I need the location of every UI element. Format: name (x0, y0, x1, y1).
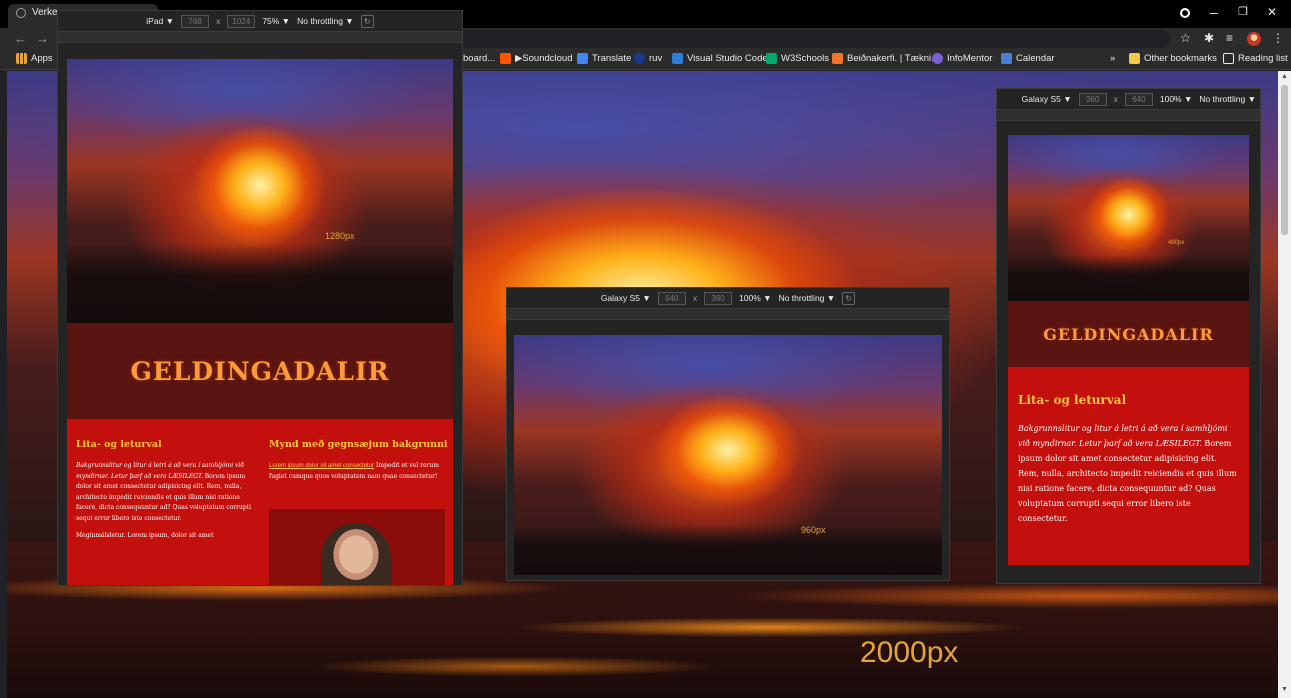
device-toolbar: iPad ▼ 768 x 1024 75% ▼ No throttling ▼ … (58, 11, 462, 31)
apps-grid-icon (16, 53, 27, 64)
reading-list-icon (1223, 53, 1234, 64)
zoom-select[interactable]: 75% ▼ (262, 16, 290, 26)
folder-icon (1129, 53, 1140, 64)
bookmark-vscode[interactable]: Visual Studio Code (672, 53, 768, 64)
w3schools-icon (766, 53, 777, 64)
ipad-emulator: iPad ▼ 768 x 1024 75% ▼ No throttling ▼ … (57, 10, 463, 586)
site-title: GELDINGADALIR (1043, 324, 1214, 344)
page-scrollbar[interactable]: ▲ ▼ (1278, 71, 1291, 698)
globe-icon (16, 8, 26, 18)
media-query-ruler (58, 31, 462, 43)
column-colors: Lita- og leturval Bakgrunnslitur og litu… (76, 439, 256, 541)
dimension-separator: x (216, 16, 221, 26)
other-bookmarks[interactable]: Other bookmarks (1129, 53, 1217, 64)
bookmark-w3schools[interactable]: W3Schools (766, 53, 829, 64)
galaxy-landscape-emulator: Galaxy S5 ▼ 640 x 360 100% ▼ No throttli… (506, 287, 950, 581)
scroll-down-icon[interactable]: ▼ (1281, 686, 1288, 693)
device-select[interactable]: iPad ▼ (146, 16, 174, 26)
device-toolbar: Galaxy S5 ▼ 640 x 360 100% ▼ No throttli… (507, 288, 949, 308)
title-band: GELDINGADALIR (1008, 301, 1249, 367)
extensions-icon[interactable]: ✱ (1204, 31, 1214, 45)
forward-button[interactable]: → (36, 31, 49, 46)
scrollbar-thumb[interactable] (1281, 85, 1288, 235)
italic-paragraph: Bakgrunnslitur og litur á letri á að ver… (1018, 424, 1228, 448)
rotate-icon[interactable]: ↻ (360, 14, 374, 28)
body-link[interactable]: Lorem ipsum dolor sit amet consectetur (269, 463, 374, 469)
record-icon[interactable] (1180, 8, 1190, 18)
queue-icon[interactable]: ≡ (1226, 31, 1233, 45)
bookmark-star-icon[interactable]: ☆ (1180, 31, 1191, 45)
reading-list[interactable]: Reading list (1223, 53, 1288, 64)
section-heading: Mynd með gegnsæjum bakgrunni (269, 439, 448, 450)
close-button[interactable]: ✕ (1267, 5, 1277, 19)
bookmark-translate[interactable]: Translate (577, 53, 631, 64)
galaxy-portrait-emulator: Galaxy S5 ▼ 360 x 640 100% ▼ No throttli… (996, 88, 1261, 584)
body-paragraph: Borem ipsum dolor sit amet consectetur a… (1018, 439, 1237, 523)
content-section: Lita- og leturval Bakgrunnslitur og litu… (1008, 367, 1249, 565)
dimension-separator: x (692, 293, 698, 303)
body-paragraph-2: Meginmálsletur. Lorem ipsum, dolor sit a… (76, 532, 214, 539)
hero-size-label: 960px (801, 525, 826, 535)
device-toolbar: Galaxy S5 ▼ 360 x 640 100% ▼ No throttli… (997, 89, 1260, 109)
background-size-label: 2000px (860, 636, 959, 669)
calendar-icon (1001, 53, 1012, 64)
height-input[interactable]: 640 (1124, 92, 1153, 106)
width-input[interactable]: 360 (1078, 92, 1107, 106)
throttling-select[interactable]: No throttling ▼ (1199, 94, 1256, 104)
throttling-select[interactable]: No throttling ▼ (297, 16, 354, 26)
column-image: Mynd með gegnsæjum bakgrunni Lorem ipsum… (269, 439, 449, 482)
dimension-separator: x (1113, 94, 1118, 104)
bookmark-board[interactable]: board... (463, 53, 495, 64)
title-band: GELDINGADALIR (67, 323, 453, 419)
height-input[interactable]: 1024 (227, 14, 256, 28)
translate-icon (577, 53, 588, 64)
hero-size-label: 1280px (325, 231, 355, 241)
restore-button[interactable]: ❐ (1238, 5, 1248, 19)
height-input[interactable]: 360 (704, 291, 733, 305)
vscode-icon (672, 53, 683, 64)
rotate-icon[interactable]: ↻ (842, 291, 856, 305)
soundcloud-icon (500, 53, 511, 64)
portrait-image (321, 523, 391, 585)
bookmark-beidnakerfi[interactable]: Beiðnakerfi. | Tækni... (832, 53, 939, 64)
media-query-ruler (997, 109, 1260, 121)
transparent-image-box (269, 509, 445, 585)
galaxy-portrait-screen: 480px GELDINGADALIR Lita- og leturval Ba… (1008, 135, 1249, 565)
orange-icon (832, 53, 843, 64)
menu-icon[interactable]: ⋮ (1272, 31, 1284, 45)
width-input[interactable]: 640 (657, 291, 686, 305)
device-select[interactable]: Galaxy S5 ▼ (601, 293, 651, 303)
zoom-select[interactable]: 100% ▼ (1160, 94, 1193, 104)
bookmark-apps[interactable]: Apps (16, 53, 53, 64)
zoom-select[interactable]: 100% ▼ (739, 293, 772, 303)
ruv-icon (634, 53, 645, 64)
crowd-silhouette (1008, 255, 1249, 301)
bookmarks-overflow-button[interactable]: » (1110, 53, 1115, 64)
profile-avatar-icon[interactable] (1247, 32, 1261, 46)
hero-size-label: 480px (1168, 240, 1185, 246)
scroll-up-icon[interactable]: ▲ (1281, 73, 1288, 80)
media-query-ruler (507, 308, 949, 320)
minimize-button[interactable]: – (1210, 5, 1218, 19)
content-section: Lita- og leturval Bakgrunnslitur og litu… (67, 419, 453, 585)
section-heading: Lita- og leturval (76, 439, 162, 450)
bookmark-infomentor[interactable]: InfoMentor (932, 53, 992, 64)
device-select[interactable]: Galaxy S5 ▼ (1022, 94, 1072, 104)
throttling-select[interactable]: No throttling ▼ (779, 293, 836, 303)
bookmark-soundcloud[interactable]: ▶Soundcloud (500, 53, 573, 64)
infomentor-icon (932, 53, 943, 64)
tab-title: Verke (32, 7, 58, 18)
ipad-screen: 1280px GELDINGADALIR Lita- og leturval B… (67, 59, 453, 585)
site-title: GELDINGADALIR (130, 356, 390, 386)
galaxy-landscape-screen: 960px (514, 335, 942, 575)
crowd-silhouette (514, 525, 942, 575)
bookmark-ruv[interactable]: ruv (634, 53, 662, 64)
width-input[interactable]: 768 (181, 14, 210, 28)
back-button[interactable]: ← (14, 31, 27, 46)
section-heading: Lita- og leturval (1018, 393, 1127, 407)
bookmark-calendar[interactable]: Calendar (1001, 53, 1055, 64)
crowd-silhouette (67, 244, 453, 324)
